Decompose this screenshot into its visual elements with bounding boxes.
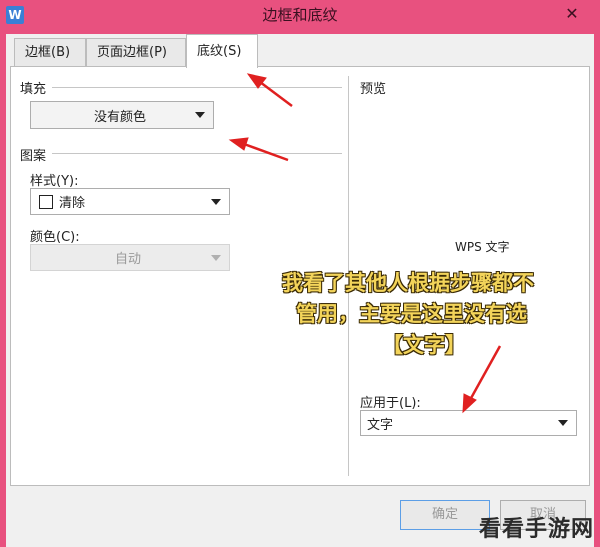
site-watermark: 看看手游网 — [478, 517, 594, 542]
annotation-line-2: 管用，主要是这里没有选 — [296, 302, 527, 326]
window-titlebar: W 边框和底纹 ✕ — [0, 0, 600, 34]
annotation-line-1: 我看了其他人根据步骤都不 — [282, 271, 534, 295]
fill-color-dropdown[interactable]: 没有颜色 — [30, 101, 214, 129]
tab-borders[interactable]: 边框(B) — [14, 38, 86, 66]
apply-to-label: 应用于(L): — [360, 396, 421, 411]
chevron-down-icon — [211, 198, 221, 205]
preview-sample-text: WPS 文字 — [455, 240, 510, 254]
chevron-down-icon — [195, 112, 205, 118]
pattern-group-label: 图案 — [20, 145, 53, 164]
apply-to-value: 文字 — [367, 417, 394, 433]
preview-label: 预览 — [360, 82, 387, 97]
fill-color-value: 没有颜色 — [93, 109, 146, 125]
pattern-divider — [52, 153, 342, 154]
fill-divider — [52, 87, 342, 88]
close-icon[interactable]: ✕ — [550, 2, 594, 26]
chevron-down-icon — [558, 420, 568, 426]
pattern-color-dropdown[interactable]: 自动 — [30, 244, 230, 271]
apply-to-dropdown[interactable]: 文字 — [360, 410, 577, 436]
tab-page-border[interactable]: 页面边框(P) — [86, 38, 186, 66]
annotation-line-3: 【文字】 — [382, 333, 466, 357]
pattern-style-dropdown[interactable]: 清除 — [30, 188, 230, 215]
pattern-style-value: 清除 — [59, 196, 86, 211]
ok-button[interactable]: 确定 — [400, 500, 490, 530]
dialog-title: 边框和底纹 — [262, 6, 338, 24]
color-label: 颜色(C): — [30, 230, 80, 245]
pattern-color-value: 自动 — [114, 252, 141, 267]
clear-swatch-icon — [39, 194, 53, 209]
fill-group-label: 填充 — [20, 78, 53, 97]
tab-shading[interactable]: 底纹(S) — [186, 34, 258, 68]
chevron-down-icon — [211, 254, 221, 261]
style-label: 样式(Y): — [30, 174, 79, 189]
